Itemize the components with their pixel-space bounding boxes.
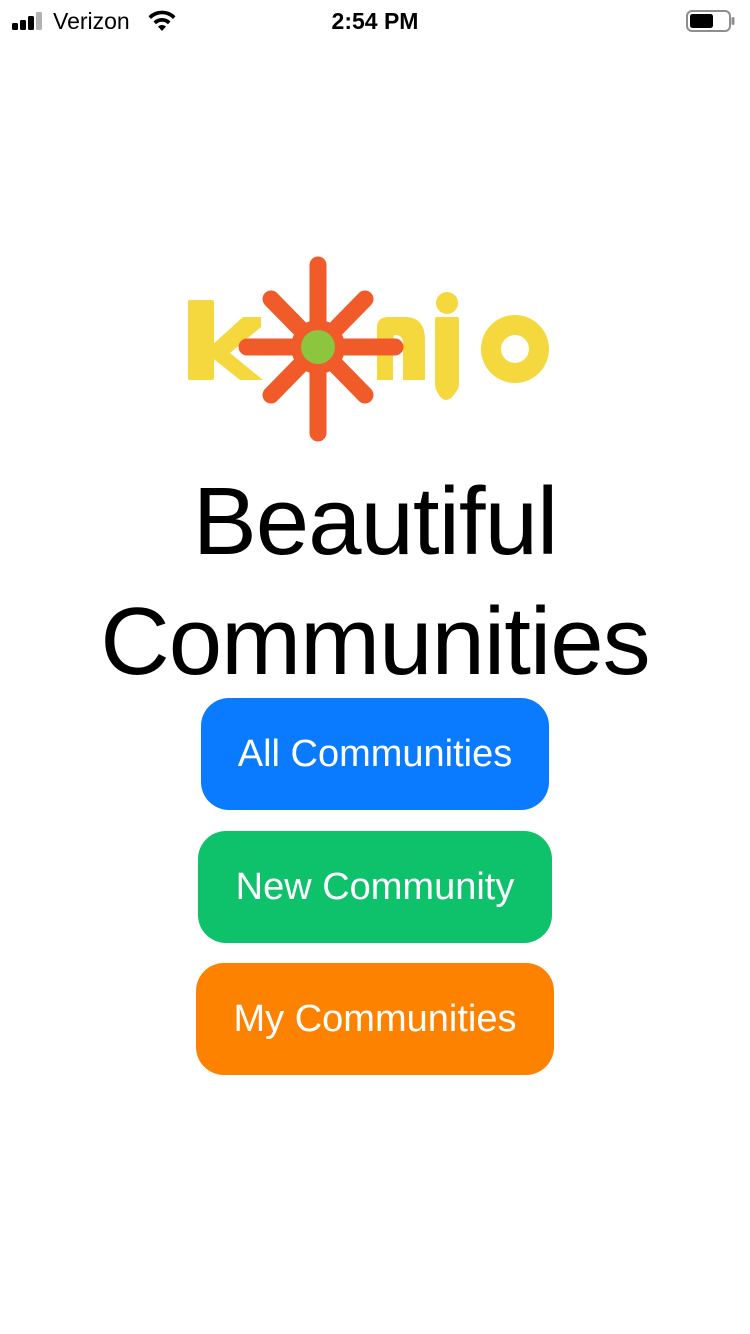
status-time: 2:54 PM bbox=[331, 8, 419, 34]
title-line-1: Beautiful bbox=[192, 468, 559, 575]
new-community-button[interactable]: New Community bbox=[198, 831, 552, 943]
battery-icon bbox=[686, 10, 735, 32]
all-communities-button[interactable]: All Communities bbox=[201, 698, 549, 810]
page-title: Beautiful Communities bbox=[0, 462, 750, 702]
konjo-logo bbox=[188, 256, 549, 442]
my-communities-button[interactable]: My Communities bbox=[196, 963, 554, 1075]
status-bar: Verizon 2:54 PM bbox=[0, 0, 750, 40]
title-line-2: Communities bbox=[100, 588, 650, 695]
